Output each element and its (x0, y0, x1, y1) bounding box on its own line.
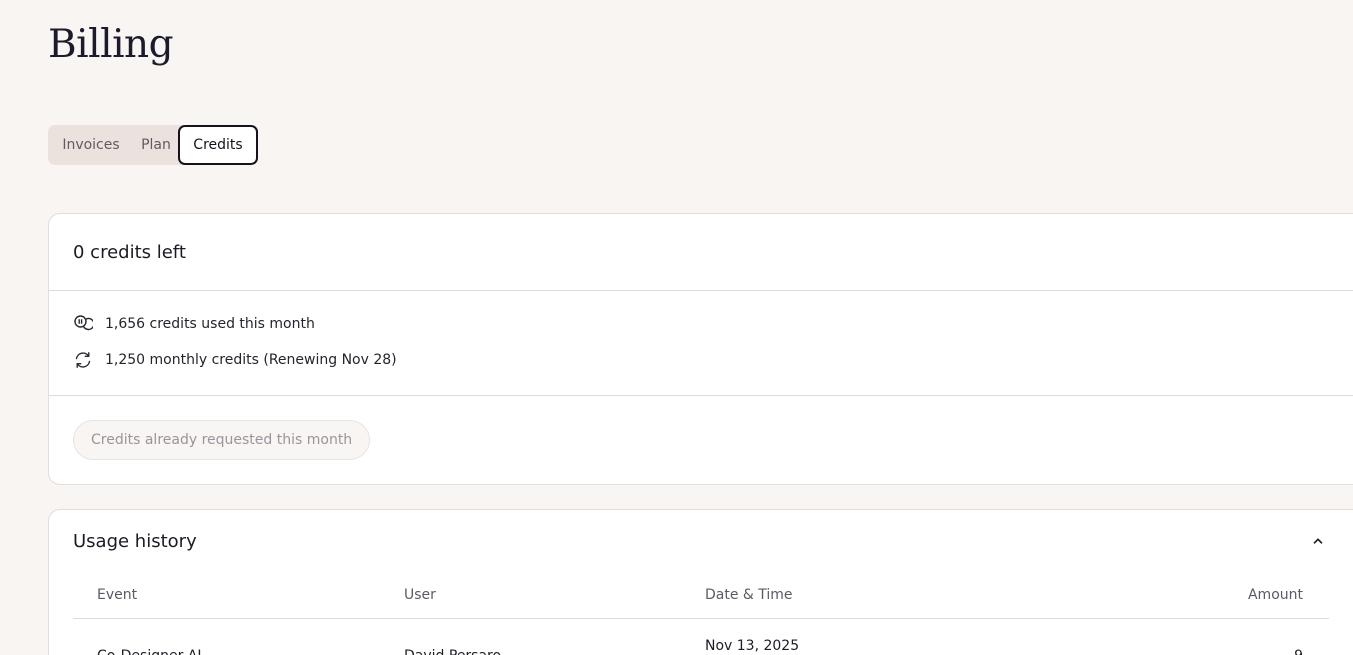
chevron-up-icon[interactable] (1307, 530, 1329, 552)
tab-invoices[interactable]: Invoices (48, 125, 134, 165)
row-event: Co-Designer AI (73, 619, 404, 655)
monthly-credits-text: 1,250 monthly credits (Renewing Nov 28) (105, 352, 397, 368)
request-credits-button[interactable]: Credits already requested this month (73, 420, 371, 460)
request-area: Credits already requested this month (49, 396, 1353, 460)
monthly-credits-row: 1,250 monthly credits (Renewing Nov 28) (73, 349, 1353, 371)
column-user: User (404, 587, 436, 603)
credits-used-row: 1,656 credits used this month (73, 313, 1353, 335)
page-title: Billing (48, 22, 174, 67)
coins-icon (74, 315, 93, 331)
usage-history-card: Usage history Event User Date & Time Amo… (48, 509, 1353, 655)
usage-table: Event User Date & Time Amount Co-Designe… (73, 572, 1329, 655)
usage-table-header: Event User Date & Time Amount (73, 572, 1329, 619)
usage-history-header[interactable]: Usage history (49, 510, 1353, 572)
credits-card: 0 credits left 1,656 credits used this m… (48, 213, 1353, 485)
billing-page: Billing Invoices Plan Credits 0 credits … (0, 0, 1353, 655)
tab-plan[interactable]: Plan (134, 125, 178, 165)
refresh-icon (75, 352, 91, 368)
credit-stats: 1,656 credits used this month 1,250 mont… (49, 291, 1353, 396)
tab-credits[interactable]: Credits (178, 125, 258, 165)
credits-used-text: 1,656 credits used this month (105, 316, 315, 332)
credits-left: 0 credits left (49, 214, 1353, 291)
column-event: Event (97, 587, 138, 603)
column-amount: Amount (1247, 587, 1303, 603)
row-amount: -9 (1045, 619, 1303, 655)
usage-history-title: Usage history (73, 530, 197, 552)
row-user: David Persaro (404, 619, 705, 655)
billing-tabs: Invoices Plan Credits (48, 125, 258, 165)
column-date-time: Date & Time (705, 587, 793, 603)
table-row: Co-Designer AI David Persaro Nov 13, 202… (73, 619, 1329, 655)
row-date: Nov 13, 2025 (705, 638, 800, 654)
